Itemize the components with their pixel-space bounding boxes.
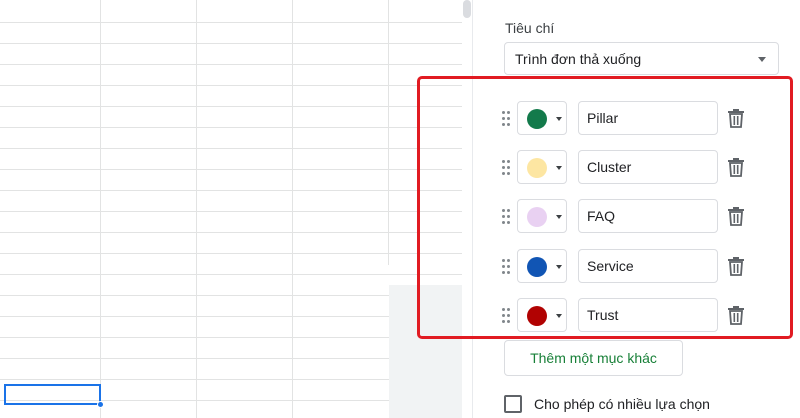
delete-icon[interactable] — [726, 255, 746, 277]
dropdown-item-row — [500, 249, 760, 283]
caret-down-icon — [556, 314, 562, 318]
color-swatch — [527, 257, 547, 277]
color-swatch — [527, 158, 547, 178]
dropdown-item-input[interactable] — [578, 199, 718, 233]
criteria-dropdown-value: Trình đơn thả xuống — [515, 50, 642, 67]
color-picker-button[interactable] — [517, 150, 567, 184]
color-picker-button[interactable] — [517, 101, 567, 135]
color-picker-button[interactable] — [517, 249, 567, 283]
drag-handle-icon[interactable] — [500, 306, 512, 324]
color-picker-button[interactable] — [517, 298, 567, 332]
delete-icon[interactable] — [726, 304, 746, 326]
grid-column-line — [100, 0, 101, 418]
grid-column-line — [292, 0, 293, 418]
color-swatch — [527, 207, 547, 227]
color-swatch — [527, 306, 547, 326]
grid-row-line — [0, 274, 462, 275]
allow-multiple-checkbox[interactable] — [504, 395, 522, 413]
fill-handle[interactable] — [97, 401, 104, 408]
allow-multiple-label: Cho phép có nhiều lựa chọn — [534, 396, 710, 412]
dropdown-arrow-icon — [758, 57, 766, 62]
criteria-dropdown[interactable]: Trình đơn thả xuống — [504, 42, 779, 75]
grid-row-line — [0, 22, 462, 23]
dropdown-item-row — [500, 199, 760, 233]
drag-handle-icon[interactable] — [500, 257, 512, 275]
drag-handle-icon[interactable] — [500, 109, 512, 127]
caret-down-icon — [556, 215, 562, 219]
grid-column-line — [388, 0, 389, 265]
grid-row-line — [0, 253, 462, 254]
dropdown-item-input[interactable] — [578, 150, 718, 184]
caret-down-icon — [556, 166, 562, 170]
caret-down-icon — [556, 117, 562, 121]
dropdown-item-row — [500, 101, 760, 135]
grid-row-line — [0, 148, 462, 149]
add-another-item-button[interactable]: Thêm một mục khác — [504, 340, 683, 376]
drag-handle-icon[interactable] — [500, 158, 512, 176]
grid-column-line — [196, 0, 197, 418]
grid-row-line — [0, 85, 462, 86]
dropdown-item-input[interactable] — [578, 298, 718, 332]
grid-row-line — [0, 211, 462, 212]
vertical-scrollbar[interactable] — [463, 0, 471, 18]
criteria-label: Tiêu chí — [505, 20, 555, 36]
color-picker-button[interactable] — [517, 199, 567, 233]
grid-row-line — [0, 127, 462, 128]
color-swatch — [527, 109, 547, 129]
delete-icon[interactable] — [726, 156, 746, 178]
dropdown-item-input[interactable] — [578, 101, 718, 135]
grid-row-line — [0, 190, 462, 191]
delete-icon[interactable] — [726, 205, 746, 227]
grid-row-line — [0, 232, 462, 233]
spreadsheet-grid[interactable] — [0, 0, 462, 418]
drag-handle-icon[interactable] — [500, 207, 512, 225]
allow-multiple-row[interactable]: Cho phép có nhiều lựa chọn — [504, 394, 710, 414]
caret-down-icon — [556, 265, 562, 269]
selected-cell[interactable] — [4, 384, 101, 405]
delete-icon[interactable] — [726, 107, 746, 129]
dropdown-item-input[interactable] — [578, 249, 718, 283]
dropdown-item-row — [500, 150, 760, 184]
grid-row-line — [0, 64, 462, 65]
dropdown-item-row — [500, 298, 760, 332]
grid-row-line — [0, 43, 462, 44]
grid-row-line — [0, 169, 462, 170]
grid-row-line — [0, 106, 462, 107]
grid-shaded-area — [389, 285, 462, 418]
